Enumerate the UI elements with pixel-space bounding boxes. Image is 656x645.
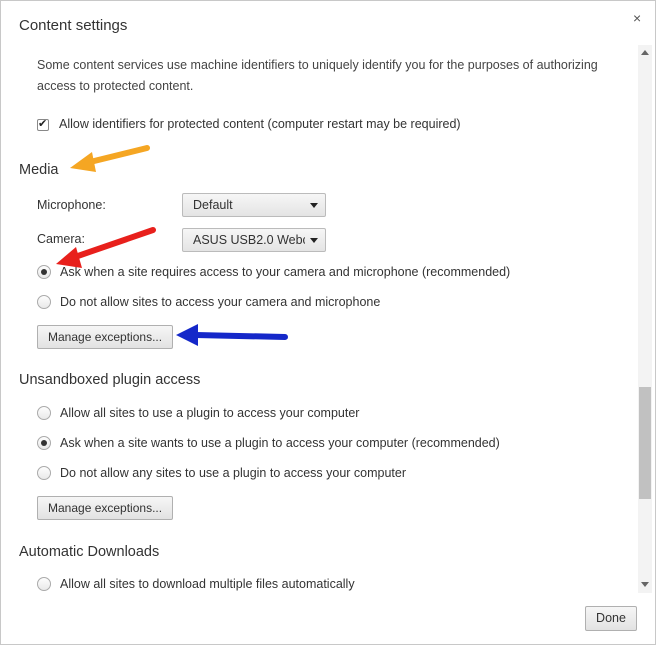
red-arrow-icon (56, 227, 156, 268)
orange-arrow-icon (70, 145, 150, 172)
blue-arrow-icon (176, 324, 288, 346)
annotation-arrows (56, 145, 288, 346)
